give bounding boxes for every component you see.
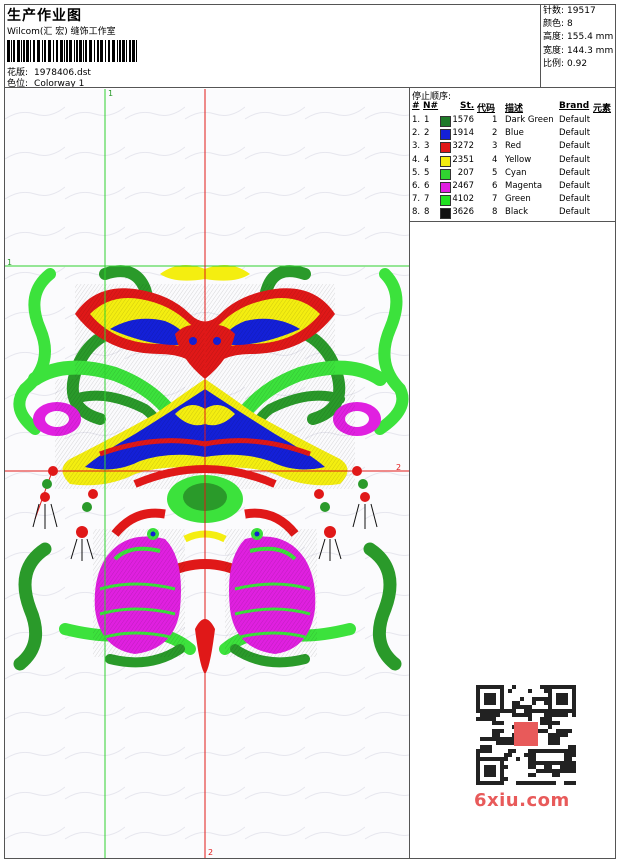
row-needle: 1 xyxy=(424,115,430,125)
row-stitches: 2467 xyxy=(452,181,474,191)
row-stitches: 4102 xyxy=(452,194,474,205)
row-desc: Black xyxy=(505,207,528,218)
row-num: 1. xyxy=(412,115,421,125)
page-title: 生产作业图 xyxy=(7,8,82,24)
row-brand: Default xyxy=(559,154,591,165)
row-brand: Default xyxy=(559,141,591,152)
row-desc: Dark Green xyxy=(505,115,554,125)
row-code: 7 xyxy=(492,194,498,205)
color-swatch xyxy=(440,195,451,207)
color-swatch xyxy=(440,208,451,220)
row-needle: 2 xyxy=(424,128,430,139)
guide-label-h1: 1 xyxy=(7,258,13,267)
row-stitches: 1914 xyxy=(452,128,474,139)
col-element: 元素 xyxy=(593,104,612,114)
stop-sequence-header: # N# St. 代码 描述 Brand 元素 xyxy=(410,101,617,114)
design-stats: 针数: 19517 颜色: 8 高度: 155.4 mm 宽度: 144.3 mm 比例… xyxy=(540,4,616,87)
row-stitches: 207 xyxy=(457,167,474,178)
row-num: 8. xyxy=(412,207,421,218)
row-code: 1 xyxy=(492,115,498,125)
row-brand: Default xyxy=(559,181,591,191)
col-desc: 描述 xyxy=(505,104,524,114)
color-swatch xyxy=(440,155,451,167)
stat-stitches: 针数: 19517 xyxy=(543,6,596,16)
col-n: N# xyxy=(423,101,439,111)
stat-height: 高度: 155.4 mm xyxy=(543,32,614,43)
row-desc: Magenta xyxy=(505,181,543,191)
table-row[interactable]: 3. 3 3272 3 Red Default xyxy=(410,141,617,154)
color-swatch xyxy=(440,116,451,127)
row-stitches: 2351 xyxy=(452,154,474,165)
guide-label-v1: 1 xyxy=(108,89,114,98)
row-code: 3 xyxy=(492,141,498,152)
row-num: 2. xyxy=(412,128,421,139)
color-swatch xyxy=(440,142,451,154)
row-desc: Blue xyxy=(505,128,524,139)
stat-width: 宽度: 144.3 mm xyxy=(543,45,614,56)
row-num: 4. xyxy=(412,154,421,165)
row-code: 4 xyxy=(492,154,498,165)
color-swatch xyxy=(440,168,451,180)
row-desc: Red xyxy=(505,141,522,152)
guide-label-h2: 2 xyxy=(396,463,402,472)
row-needle: 3 xyxy=(424,141,430,152)
barcode xyxy=(7,40,137,62)
row-needle: 6 xyxy=(424,181,430,191)
col-stitches: St. xyxy=(460,101,475,111)
row-num: 3. xyxy=(412,141,421,152)
embroidery-preview xyxy=(5,89,409,858)
row-desc: Yellow xyxy=(505,154,532,165)
row-brand: Default xyxy=(559,115,591,125)
table-row[interactable]: 4. 4 2351 4 Yellow Default xyxy=(410,155,617,168)
row-needle: 8 xyxy=(424,207,430,218)
row-desc: Green xyxy=(505,194,531,205)
table-row[interactable]: 1. 1 1576 1 Dark Green Default xyxy=(410,115,617,128)
col-brand: Brand xyxy=(559,101,590,111)
panel-divider xyxy=(410,221,616,222)
row-code: 8 xyxy=(492,207,498,218)
row-stitches: 3272 xyxy=(452,141,474,152)
row-brand: Default xyxy=(559,207,591,218)
design-canvas[interactable]: 1 1 2 2 xyxy=(5,89,409,858)
header-info: 生产作业图 Wilcom(汇 宏) 缝饰工作室 花版: 1978406.dst 色… xyxy=(7,5,537,89)
color-swatch xyxy=(440,129,451,141)
color-swatch xyxy=(440,182,451,193)
row-needle: 4 xyxy=(424,154,430,165)
row-code: 2 xyxy=(492,128,498,139)
table-row[interactable]: 2. 2 1914 2 Blue Default xyxy=(410,128,617,141)
row-brand: Default xyxy=(559,167,591,178)
software-subtitle: Wilcom(汇 宏) 缝饰工作室 xyxy=(7,27,116,37)
col-num: # xyxy=(412,101,420,111)
table-row[interactable]: 5. 5 207 5 Cyan Default xyxy=(410,168,617,181)
site-logo: 6xiu.com xyxy=(474,790,570,811)
guide-label-v2: 2 xyxy=(208,848,214,857)
row-num: 5. xyxy=(412,167,421,178)
row-brand: Default xyxy=(559,194,591,205)
table-row[interactable]: 7. 7 4102 7 Green Default xyxy=(410,194,617,207)
row-num: 7. xyxy=(412,194,421,205)
stat-scale: 比例: 0.92 xyxy=(543,58,588,69)
qr-code xyxy=(474,684,578,786)
row-desc: Cyan xyxy=(505,167,527,178)
table-row[interactable]: 8. 8 3626 8 Black Default xyxy=(410,207,617,220)
row-stitches: 3626 xyxy=(452,207,474,218)
row-stitches: 1576 xyxy=(452,115,474,125)
stat-colors: 颜色: 8 xyxy=(543,19,573,30)
table-row[interactable]: 6. 6 2467 6 Magenta Default xyxy=(410,181,617,194)
fish-left xyxy=(93,528,185,657)
row-num: 6. xyxy=(412,181,421,191)
row-brand: Default xyxy=(559,128,591,139)
row-code: 6 xyxy=(492,181,498,191)
fish-right xyxy=(225,528,317,657)
row-needle: 5 xyxy=(424,167,430,178)
row-needle: 7 xyxy=(424,194,430,205)
col-code: 代码 xyxy=(477,104,496,114)
row-code: 5 xyxy=(492,167,498,178)
